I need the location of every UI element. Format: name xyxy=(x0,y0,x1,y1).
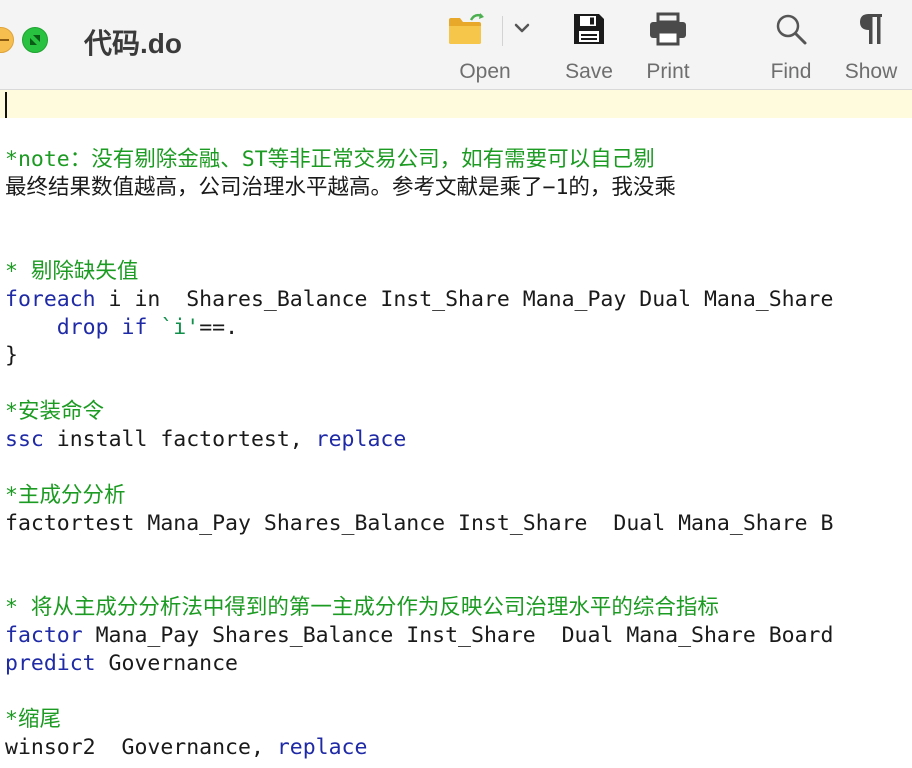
keyword-foreach: foreach xyxy=(5,287,96,312)
text-caret xyxy=(5,92,7,118)
keyword-replace: replace xyxy=(276,735,368,760)
printer-icon xyxy=(650,12,686,46)
code-line-foreach[interactable]: foreach i in Shares_Balance Inst_Share M… xyxy=(5,286,833,314)
minimize-window-button[interactable] xyxy=(0,27,14,53)
pilcrow-icon xyxy=(860,14,882,44)
code-text: install factortest, xyxy=(43,427,316,452)
code-line-comment[interactable]: *缩尾 xyxy=(5,706,61,734)
code-line-comment[interactable]: *安装命令 xyxy=(5,398,104,426)
keyword-if: if xyxy=(121,315,148,340)
code-line-text[interactable]: 最终结果数值越高，公司治理水平越高。参考文献是乘了−1的，我没乘 xyxy=(5,174,676,202)
code-text: winsor2 Governance, xyxy=(5,735,277,760)
code-line-comment[interactable]: * 将从主成分分析法中得到的第一主成分作为反映公司治理水平的综合指标 xyxy=(5,594,719,622)
keyword-factor: factor xyxy=(5,623,83,648)
code-line-ssc[interactable]: ssc install factortest, replace xyxy=(5,426,406,454)
code-line-note[interactable]: *note：没有剔除金融、ST等非正常交易公司，如有需要可以自己剔 xyxy=(5,146,655,174)
save-button[interactable]: Save xyxy=(555,8,623,86)
keyword-drop: drop xyxy=(56,315,109,340)
zoom-arrows-icon xyxy=(30,35,40,45)
document-title: 代码.do xyxy=(84,28,182,59)
code-text: ==. xyxy=(199,315,239,340)
code-line-comment[interactable]: *主成分分析 xyxy=(5,482,125,510)
open-dropdown-button[interactable] xyxy=(512,18,532,42)
current-line-highlight xyxy=(0,90,912,118)
code-line-drop[interactable]: drop if `i'==. xyxy=(5,314,238,342)
print-label: Print xyxy=(646,60,690,83)
code-line-factortest[interactable]: factortest Mana_Pay Shares_Balance Inst_… xyxy=(5,510,833,538)
floppy-disk-icon xyxy=(574,14,604,44)
keyword-ssc: ssc xyxy=(5,427,44,452)
code-text: i in Shares_Balance Inst_Share Mana_Pay … xyxy=(95,287,834,312)
toolbar-separator xyxy=(502,16,503,46)
keyword-replace: replace xyxy=(315,427,407,452)
find-label: Find xyxy=(770,60,812,83)
editor-window: 代码.do Open Save Print Find Show *note：没有… xyxy=(0,0,912,768)
code-text: Governance xyxy=(95,651,238,676)
save-label: Save xyxy=(565,60,613,83)
magnifier-icon xyxy=(776,14,807,45)
code-line-factor[interactable]: factor Mana_Pay Shares_Balance Inst_Shar… xyxy=(5,622,833,650)
folder-open-icon xyxy=(449,13,484,44)
find-button[interactable]: Find xyxy=(760,8,822,86)
show-button[interactable]: Show xyxy=(838,8,904,86)
chevron-down-icon xyxy=(514,23,530,33)
code-line-predict[interactable]: predict Governance xyxy=(5,650,238,678)
show-label: Show xyxy=(844,60,898,83)
code-line-winsor[interactable]: winsor2 Governance, replace xyxy=(5,734,367,762)
code-line-brace[interactable]: } xyxy=(5,342,18,370)
code-line-comment[interactable]: * 剔除缺失值 xyxy=(5,258,138,286)
toolbar: 代码.do Open Save Print Find Show xyxy=(0,0,912,90)
keyword-predict: predict xyxy=(5,651,96,676)
code-editor[interactable]: *note：没有剔除金融、ST等非正常交易公司，如有需要可以自己剔 最终结果数值… xyxy=(0,90,912,768)
zoom-window-button[interactable] xyxy=(22,27,48,53)
print-button[interactable]: Print xyxy=(636,8,700,86)
local-macro: `i' xyxy=(160,315,200,340)
code-text: Mana_Pay Shares_Balance Inst_Share Dual … xyxy=(82,623,834,648)
open-label: Open xyxy=(459,60,511,83)
